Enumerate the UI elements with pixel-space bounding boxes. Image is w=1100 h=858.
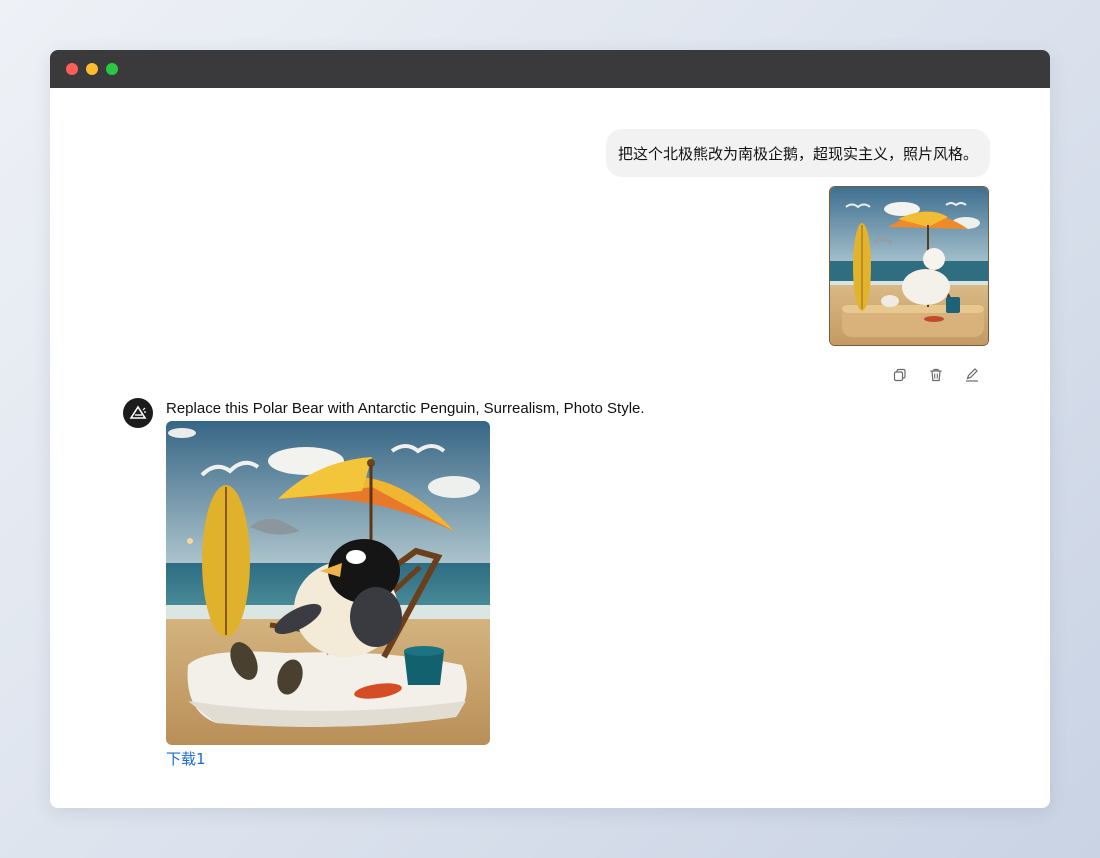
assistant-message-text: Replace this Polar Bear with Antarctic P… [166,400,645,417]
window-titlebar [50,50,1050,88]
maximize-window-button[interactable] [106,63,118,75]
copy-icon[interactable] [892,367,908,383]
trash-icon[interactable] [928,367,944,383]
edit-icon[interactable] [964,367,980,383]
polar-bear-beach-image[interactable] [829,186,989,346]
chat-window: 把这个北极熊改为南极企鹅，超现实主义，照片风格。 Replace this Po… [50,50,1050,808]
user-message-text: 把这个北极熊改为南极企鹅，超现实主义，照片风格。 [617,144,978,163]
user-message-bubble: 把这个北极熊改为南极企鹅，超现实主义，照片风格。 [605,129,990,177]
close-window-button[interactable] [66,63,78,75]
penguin-beach-image[interactable] [166,421,490,745]
assistant-logo-icon [123,398,153,428]
minimize-window-button[interactable] [86,63,98,75]
message-actions [892,367,980,383]
download-link[interactable]: 下载1 [166,748,206,769]
